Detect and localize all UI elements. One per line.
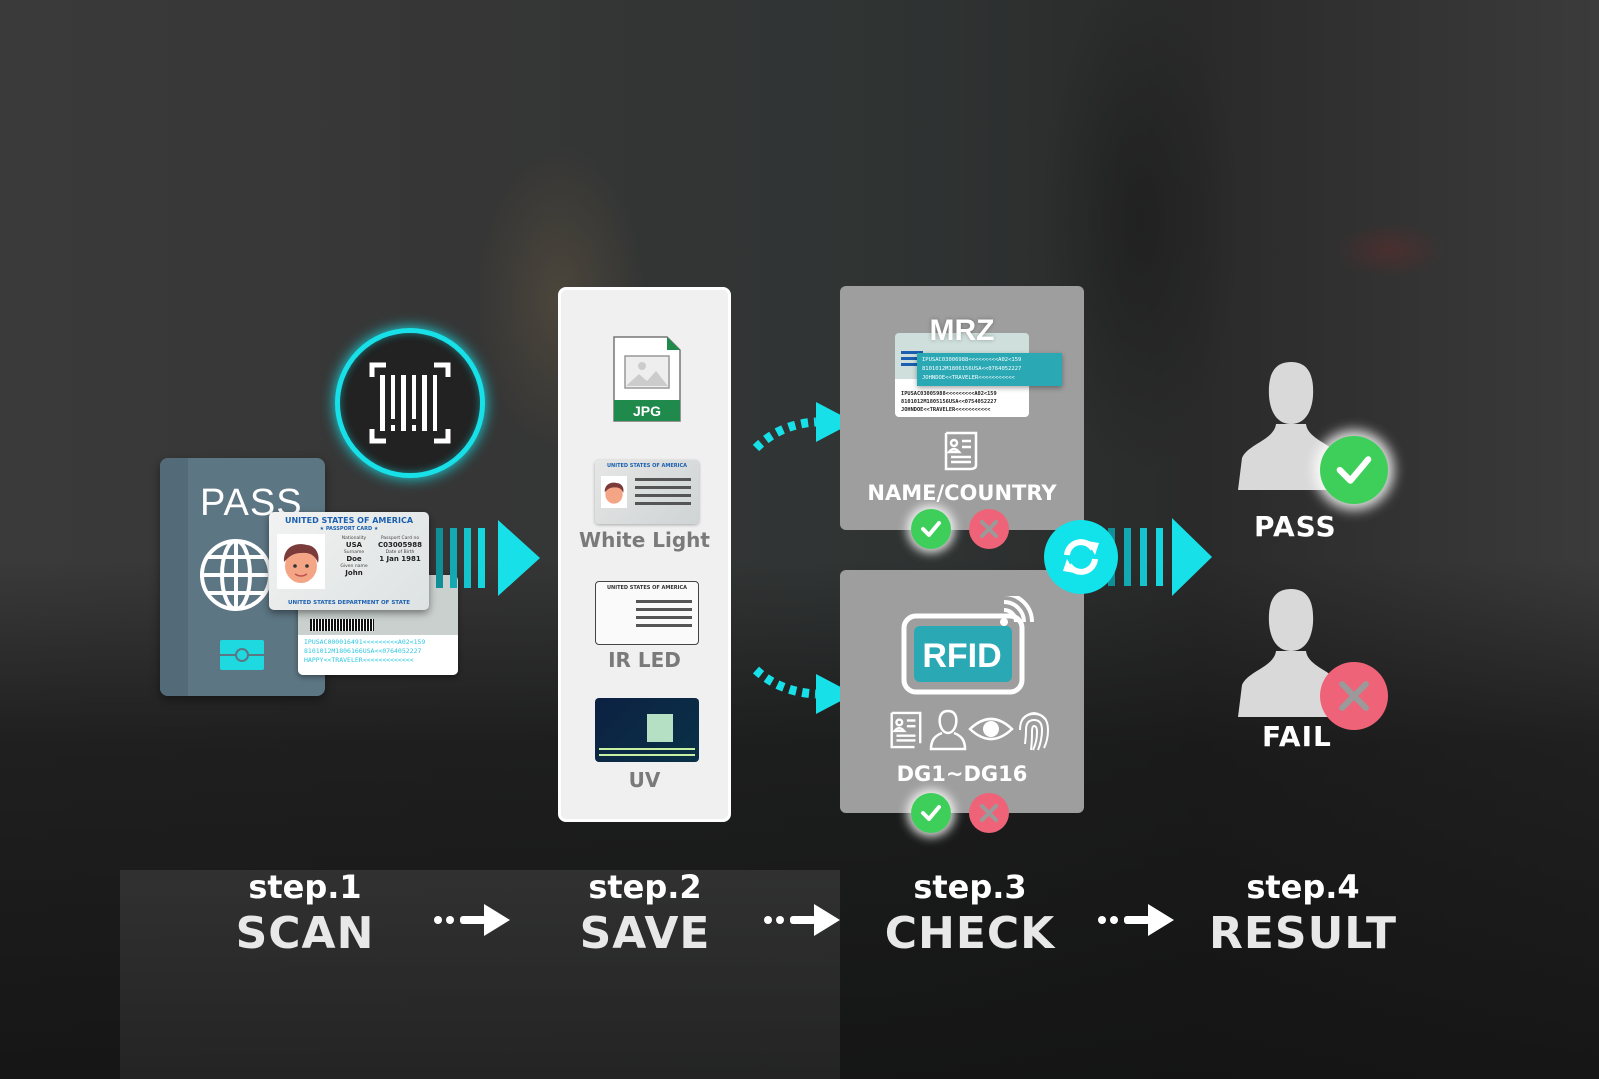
ir-led-label: IR LED xyxy=(608,648,681,672)
face-avatar-icon xyxy=(283,544,319,583)
pass-result-label: PASS xyxy=(1254,510,1337,543)
step-1-name: SCAN xyxy=(235,908,375,959)
document-icon xyxy=(890,711,922,749)
card-footer: UNITED STATES DEPARTMENT OF STATE xyxy=(288,600,410,606)
globe-icon xyxy=(200,539,272,611)
card-photo xyxy=(601,476,627,508)
card-back-mrz: IPUSAC000016491<<<<<<<<<A02<159 8101012M… xyxy=(298,635,458,675)
fail-result-label: FAIL xyxy=(1262,720,1332,753)
face-avatar-icon xyxy=(604,482,624,504)
save-panel: JPG UNITED STATES OF AMERICA White Light… xyxy=(558,287,731,822)
barcode-scan-icon xyxy=(369,362,451,444)
mrz-title: MRZ xyxy=(929,314,995,347)
step-1-number: step.1 xyxy=(248,868,362,906)
rfid-check-panel: RFID DG1~DG16 xyxy=(840,570,1084,813)
uv-card xyxy=(595,698,699,762)
white-light-card: UNITED STATES OF AMERICA xyxy=(595,460,699,524)
pass-result-badge xyxy=(1320,436,1388,504)
fingerprint-icon xyxy=(1019,712,1050,751)
rfid-title: RFID xyxy=(922,637,1001,675)
file-type-label: JPG xyxy=(633,403,661,419)
white-light-label: White Light xyxy=(579,528,710,552)
scan-button xyxy=(335,328,485,478)
eye-icon xyxy=(968,717,1014,741)
step-4-number: step.4 xyxy=(1246,868,1360,906)
uv-label: UV xyxy=(628,768,661,792)
barcode-icon xyxy=(310,619,374,631)
mrz-highlight-strip: IPUSAC03006988<<<<<<<<<A02<159 8101012M1… xyxy=(917,353,1062,386)
refresh-badge xyxy=(1044,520,1118,594)
passport-card-front: UNITED STATES OF AMERICA ★ PASSPORT CARD… xyxy=(269,512,429,610)
document-icon xyxy=(944,431,978,471)
step-2-number: step.2 xyxy=(588,868,702,906)
name-country-label: NAME/COUNTRY xyxy=(867,481,1057,505)
x-icon xyxy=(1339,681,1369,711)
x-icon xyxy=(980,520,998,538)
refresh-icon xyxy=(1063,539,1099,575)
check-icon xyxy=(921,805,941,821)
flow-arrow-1-icon xyxy=(436,520,540,596)
jpg-file-icon: JPG xyxy=(613,336,681,422)
person-icon xyxy=(929,709,967,751)
check-icon xyxy=(1336,456,1372,484)
mrz-fail-badge xyxy=(969,509,1009,549)
card-photo xyxy=(277,534,325,589)
card-fields: Nationality USA Passport Card no C03005988… xyxy=(340,536,423,577)
dg-range-label: DG1~DG16 xyxy=(896,762,1028,786)
card-subtitle: ★ PASSPORT CARD ★ xyxy=(319,526,379,532)
step-2-name: SAVE xyxy=(579,908,711,959)
step-3-name: CHECK xyxy=(884,908,1056,959)
rfid-pass-badge xyxy=(911,793,951,833)
mrz-pass-badge xyxy=(911,509,951,549)
check-icon xyxy=(921,521,941,537)
rfid-fail-badge xyxy=(969,793,1009,833)
x-icon xyxy=(980,804,998,822)
card-title: UNITED STATES OF AMERICA xyxy=(284,516,414,525)
step-4-name: RESULT xyxy=(1208,908,1398,959)
step-3-number: step.3 xyxy=(913,868,1027,906)
ir-led-card: UNITED STATES OF AMERICA xyxy=(595,581,699,645)
mrz-check-panel: IPUSAC03005988<<<<<<<<<A02<159 8101012M1… xyxy=(840,286,1084,530)
chip-icon xyxy=(220,640,264,670)
rfid-icon: RFID xyxy=(901,596,1034,695)
